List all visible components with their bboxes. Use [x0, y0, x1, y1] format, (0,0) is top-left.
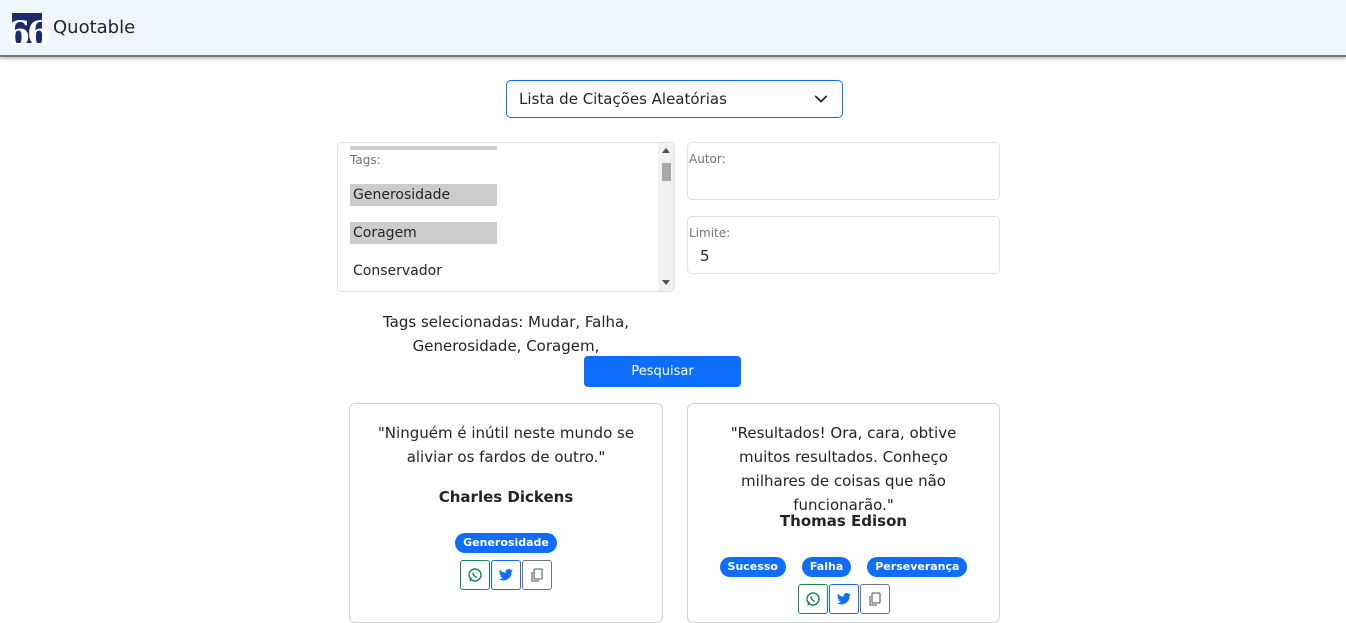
tag-option-generosidade[interactable]: Generosidade	[350, 184, 497, 206]
quote-logo-icon[interactable]: 66	[6, 13, 51, 51]
quote-tags: Sucesso Falha Perseverança	[688, 557, 999, 577]
tag-badge: Generosidade	[455, 533, 557, 553]
quote-author: Charles Dickens	[438, 488, 574, 506]
mode-select[interactable]: Lista de Citações Aleatórias	[506, 80, 843, 118]
brand-name[interactable]: Quotable	[53, 17, 135, 38]
scroll-down-icon[interactable]	[662, 280, 670, 285]
tag-option-conservador[interactable]: Conservador	[350, 260, 497, 282]
share-whatsapp-button[interactable]	[797, 584, 828, 614]
tags-scrolled-option	[350, 146, 497, 150]
scroll-thumb[interactable]	[662, 163, 671, 181]
mode-select-value: Lista de Citações Aleatórias	[519, 90, 727, 108]
copy-icon	[531, 568, 543, 582]
tags-label: Tags:	[350, 153, 381, 167]
author-label: Autor:	[689, 152, 726, 166]
copy-quote-button[interactable]	[522, 560, 552, 590]
share-twitter-button[interactable]	[828, 584, 859, 614]
tag-badge: Falha	[801, 557, 852, 577]
scroll-up-icon[interactable]	[662, 148, 670, 153]
limit-label: Limite:	[689, 226, 731, 240]
whatsapp-icon	[805, 592, 820, 606]
share-actions	[350, 560, 662, 590]
search-button[interactable]: Pesquisar	[584, 356, 741, 387]
chevron-down-icon	[814, 95, 828, 103]
share-actions	[688, 584, 999, 614]
quote-text: "Resultados! Ora, cara, obtive muitos re…	[730, 424, 957, 514]
share-whatsapp-button[interactable]	[460, 560, 490, 590]
copy-icon	[868, 592, 881, 606]
quote-tags: Generosidade	[350, 533, 662, 553]
tag-badge: Sucesso	[719, 557, 786, 577]
tags-multiselect[interactable]: Tags: Generosidade Coragem Conservador	[337, 142, 675, 292]
twitter-icon	[499, 569, 513, 581]
copy-quote-button[interactable]	[859, 584, 890, 614]
author-field[interactable]: Autor:	[687, 142, 1000, 200]
quote-card: "Ninguém é inútil neste mundo se aliviar…	[349, 403, 663, 623]
tags-scrollbar[interactable]	[658, 143, 674, 291]
quote-author: Thomas Edison	[779, 512, 908, 530]
twitter-icon	[836, 593, 851, 605]
quote-card: "Resultados! Ora, cara, obtive muitos re…	[687, 403, 1000, 623]
share-twitter-button[interactable]	[491, 560, 521, 590]
whatsapp-icon	[468, 568, 482, 582]
navbar: 66 Quotable	[0, 0, 1346, 57]
tag-option-coragem[interactable]: Coragem	[350, 222, 497, 244]
tag-badge: Perseverança	[867, 557, 968, 577]
limit-field[interactable]: Limite: 5	[687, 216, 1000, 274]
selected-tags-text: Tags selecionadas: Mudar, Falha, Generos…	[383, 313, 629, 355]
quote-text: "Ninguém é inútil neste mundo se aliviar…	[377, 424, 635, 466]
limit-input[interactable]: 5	[700, 247, 710, 265]
